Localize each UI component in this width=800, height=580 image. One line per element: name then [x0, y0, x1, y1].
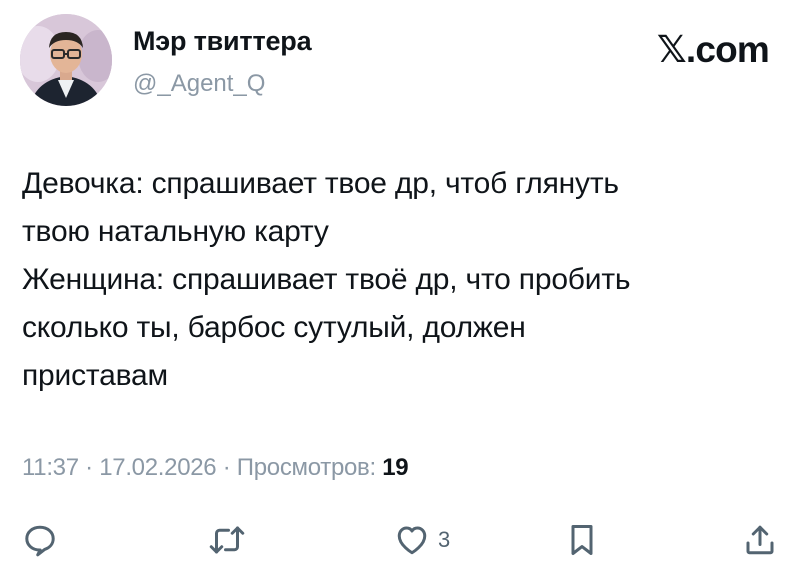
- heart-icon: [397, 526, 427, 555]
- share-icon: [746, 525, 774, 555]
- views-label: Просмотров:: [236, 454, 376, 481]
- tweet-date[interactable]: 17.02.2026: [99, 454, 216, 481]
- bookmark-icon: [571, 525, 593, 555]
- meta-separator: ·: [216, 454, 237, 481]
- tweet-meta: 11:37 · 17.02.2026 · Просмотров: 19: [22, 454, 409, 482]
- retweet-icon: [209, 526, 245, 554]
- tweet-time[interactable]: 11:37: [22, 454, 79, 481]
- author-display-name[interactable]: Мэр твиттера: [133, 26, 312, 57]
- share-button[interactable]: [742, 522, 778, 558]
- like-button[interactable]: 3: [394, 522, 450, 558]
- bookmark-button[interactable]: [566, 522, 598, 558]
- tweet-text: Девочка: спрашивает твое др, чтоб глянут…: [22, 167, 631, 392]
- user-photo-avatar: [20, 14, 112, 106]
- like-count: 3: [438, 527, 451, 552]
- avatar[interactable]: [20, 14, 112, 106]
- views-count: 19: [382, 454, 409, 481]
- reply-button[interactable]: [22, 522, 58, 558]
- comment-bubble-icon: [25, 525, 55, 557]
- meta-separator: ·: [78, 454, 100, 481]
- retweet-button[interactable]: [207, 522, 247, 558]
- x-logo: 𝕏.com: [656, 29, 770, 70]
- author-handle[interactable]: @_Agent_Q: [133, 70, 265, 98]
